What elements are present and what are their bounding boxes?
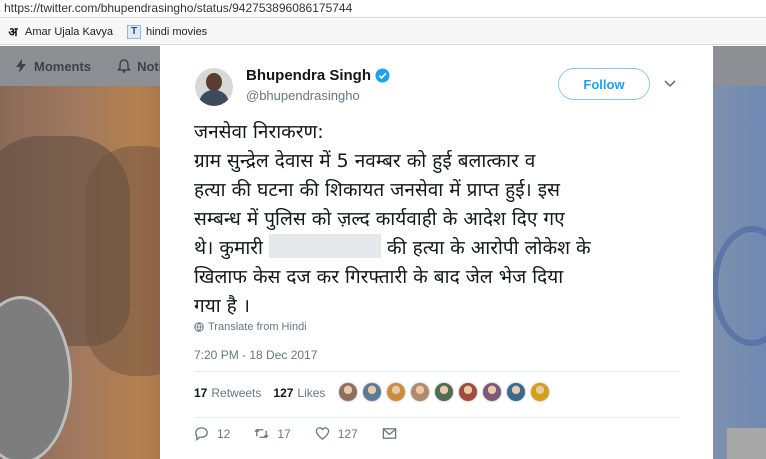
tweet-card: Bhupendra Singh @bhupendrasingho Follow … xyxy=(160,46,713,459)
bookmark-label: Amar Ujala Kavya xyxy=(25,25,114,38)
bookmark-hindi-movies[interactable]: T hindi movies xyxy=(127,24,208,39)
address-bar[interactable]: https://twitter.com/bhupendrasingho/stat… xyxy=(0,0,766,18)
bell-icon xyxy=(117,59,132,73)
divider xyxy=(194,417,680,418)
tweet-line: गया है । xyxy=(194,295,251,317)
heart-icon xyxy=(315,427,329,440)
author-handle[interactable]: @bhupendrasingho xyxy=(246,88,360,103)
retweet-icon xyxy=(254,428,269,439)
follow-button[interactable]: Follow xyxy=(558,68,650,100)
tweet-text: जनसेवा निराकरण: ग्राम सुन्द्रेल देवास मे… xyxy=(194,118,690,321)
liker-avatar[interactable] xyxy=(530,382,550,402)
tweet-line-part: थे। कुमारी xyxy=(194,237,263,259)
retweet-count: 17 xyxy=(277,426,291,441)
likes-label: Likes xyxy=(297,386,326,400)
chakra-emblem xyxy=(712,226,766,346)
tweet-line: ग्राम सुन्द्रेल देवास में 5 नवम्बर को हु… xyxy=(194,150,536,172)
background-footer-fragment xyxy=(726,428,766,459)
bookmark-label: hindi movies xyxy=(146,25,208,38)
bookmarks-bar: अ Amar Ujala Kavya T hindi movies xyxy=(0,19,766,45)
tweet-line-part: की हत्या के आरोपी लोकेश के xyxy=(387,237,591,259)
retweet-button[interactable]: 17 xyxy=(254,426,291,441)
verified-badge-icon xyxy=(375,68,390,83)
tweet-line: हत्या की घटना की शिकायत जनसेवा में प्राप… xyxy=(194,179,560,201)
tweet-stats: 17 Retweets 127 Likes xyxy=(194,386,337,400)
tweet-actions: 12 17 127 xyxy=(194,426,429,441)
tweet-line: थे। कुमारी की हत्या के आरोपी लोकेश के xyxy=(194,234,690,263)
reply-count: 12 xyxy=(217,426,231,441)
retweets-stat[interactable]: 17 Retweets xyxy=(194,386,261,400)
liker-avatar[interactable] xyxy=(482,382,502,402)
lightning-icon xyxy=(16,59,26,73)
retweets-count: 17 xyxy=(194,386,208,400)
author-avatar[interactable] xyxy=(195,68,233,106)
like-count: 127 xyxy=(337,426,358,441)
redacted-name-block xyxy=(269,234,381,258)
liker-avatar[interactable] xyxy=(362,382,382,402)
tweet-line: जनसेवा निराकरण: xyxy=(194,121,324,143)
nav-label: Moments xyxy=(34,58,92,74)
liker-avatar[interactable] xyxy=(458,382,478,402)
tweet-line: खिलाफ केस दज कर गिरफ्तारी के बाद जेल भेज… xyxy=(194,266,564,288)
bookmark-amar-ujala[interactable]: अ Amar Ujala Kavya xyxy=(6,25,113,39)
divider xyxy=(194,371,680,372)
envelope-icon xyxy=(382,428,396,439)
liker-avatar[interactable] xyxy=(434,382,454,402)
nav-moments: Moments xyxy=(14,59,91,74)
retweets-label: Retweets xyxy=(211,386,262,400)
reply-button[interactable]: 12 xyxy=(194,426,230,441)
liker-avatar[interactable] xyxy=(386,382,406,402)
like-button[interactable]: 127 xyxy=(315,426,358,441)
liker-avatar[interactable] xyxy=(338,382,358,402)
chevron-down-icon[interactable] xyxy=(663,76,677,90)
amar-ujala-icon: अ xyxy=(8,25,18,39)
translate-label[interactable]: Translate from Hindi xyxy=(208,321,307,333)
hindi-movies-icon: T xyxy=(127,24,142,39)
author-name[interactable]: Bhupendra Singh xyxy=(246,67,371,84)
likes-stat[interactable]: 127 Likes xyxy=(273,386,325,400)
likes-count: 127 xyxy=(273,386,294,400)
url-text: https://twitter.com/bhupendrasingho/stat… xyxy=(4,1,353,15)
translate-link[interactable]: Translate from Hindi xyxy=(194,321,307,333)
globe-icon xyxy=(194,322,204,332)
liker-avatar[interactable] xyxy=(410,382,430,402)
reply-icon xyxy=(195,427,208,441)
likers-avatars xyxy=(338,382,554,402)
liker-avatar[interactable] xyxy=(506,382,526,402)
direct-message-button[interactable] xyxy=(382,426,405,441)
tweet-timestamp[interactable]: 7:20 PM - 18 Dec 2017 xyxy=(194,348,317,362)
author-name-row[interactable]: Bhupendra Singh xyxy=(246,67,390,84)
tweet-line: सम्बन्ध में पुलिस को ज़ल्द कार्यवाही के … xyxy=(194,208,565,230)
